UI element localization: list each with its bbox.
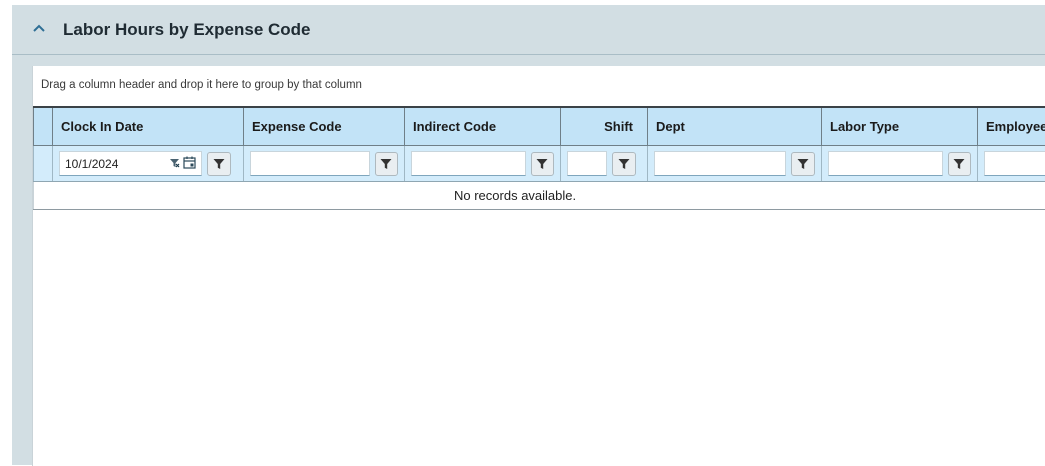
clock-in-date-filter-input[interactable]: 10/1/2024	[59, 151, 202, 176]
no-records-message: No records available.	[34, 182, 1045, 210]
calendar-icon[interactable]	[183, 156, 196, 172]
filter-cell-employee	[978, 146, 1045, 182]
labor-hours-section: Labor Hours by Expense Code Drag a colum…	[12, 5, 1045, 465]
column-header-labor-type[interactable]: Labor Type	[822, 107, 978, 146]
filter-cell-indirect-code	[405, 146, 561, 182]
funnel-icon	[536, 158, 548, 170]
expense-code-filter-input[interactable]	[250, 151, 370, 176]
group-indicator-header	[34, 107, 53, 146]
filter-button-dept[interactable]	[791, 152, 815, 176]
funnel-icon	[213, 158, 225, 170]
shift-filter-input[interactable]	[567, 151, 607, 176]
column-header-employee[interactable]: Employee	[978, 107, 1045, 146]
clear-filter-icon[interactable]	[169, 157, 180, 171]
labor-grid: Clock In Date Expense Code Indirect Code…	[33, 106, 1045, 210]
grid-panel: Drag a column header and drop it here to…	[32, 66, 1045, 466]
filter-row: 10/1/2024	[34, 146, 1045, 182]
filter-cell-expense-code	[244, 146, 405, 182]
filter-button-labor-type[interactable]	[948, 152, 971, 176]
funnel-icon	[380, 158, 392, 170]
column-header-indirect-code[interactable]: Indirect Code	[405, 107, 561, 146]
filter-cell-shift	[561, 146, 648, 182]
filter-cell-labor-type	[822, 146, 978, 182]
column-header-expense-code[interactable]: Expense Code	[244, 107, 405, 146]
chevron-up-icon[interactable]	[30, 19, 48, 37]
filter-spacer	[34, 146, 53, 182]
column-header-shift[interactable]: Shift	[561, 107, 648, 146]
indirect-code-filter-input[interactable]	[411, 151, 526, 176]
filter-cell-clock-in-date: 10/1/2024	[53, 146, 244, 182]
labor-type-filter-input[interactable]	[828, 151, 943, 176]
dept-filter-input[interactable]	[654, 151, 786, 176]
clock-in-date-value: 10/1/2024	[65, 157, 118, 171]
column-header-dept[interactable]: Dept	[648, 107, 822, 146]
employee-filter-input[interactable]	[984, 151, 1045, 176]
group-by-dropzone[interactable]: Drag a column header and drop it here to…	[41, 79, 362, 91]
empty-row: No records available.	[34, 182, 1045, 210]
funnel-icon	[953, 158, 965, 170]
filter-button-shift[interactable]	[612, 152, 636, 176]
filter-button-clock-in-date[interactable]	[207, 152, 231, 176]
section-header[interactable]: Labor Hours by Expense Code	[12, 5, 1045, 55]
funnel-icon	[797, 158, 809, 170]
funnel-icon	[618, 158, 630, 170]
filter-cell-dept	[648, 146, 822, 182]
section-title: Labor Hours by Expense Code	[63, 20, 311, 40]
header-row: Clock In Date Expense Code Indirect Code…	[34, 107, 1045, 146]
filter-button-indirect-code[interactable]	[531, 152, 554, 176]
filter-button-expense-code[interactable]	[375, 152, 399, 176]
column-header-clock-in-date[interactable]: Clock In Date	[53, 107, 244, 146]
